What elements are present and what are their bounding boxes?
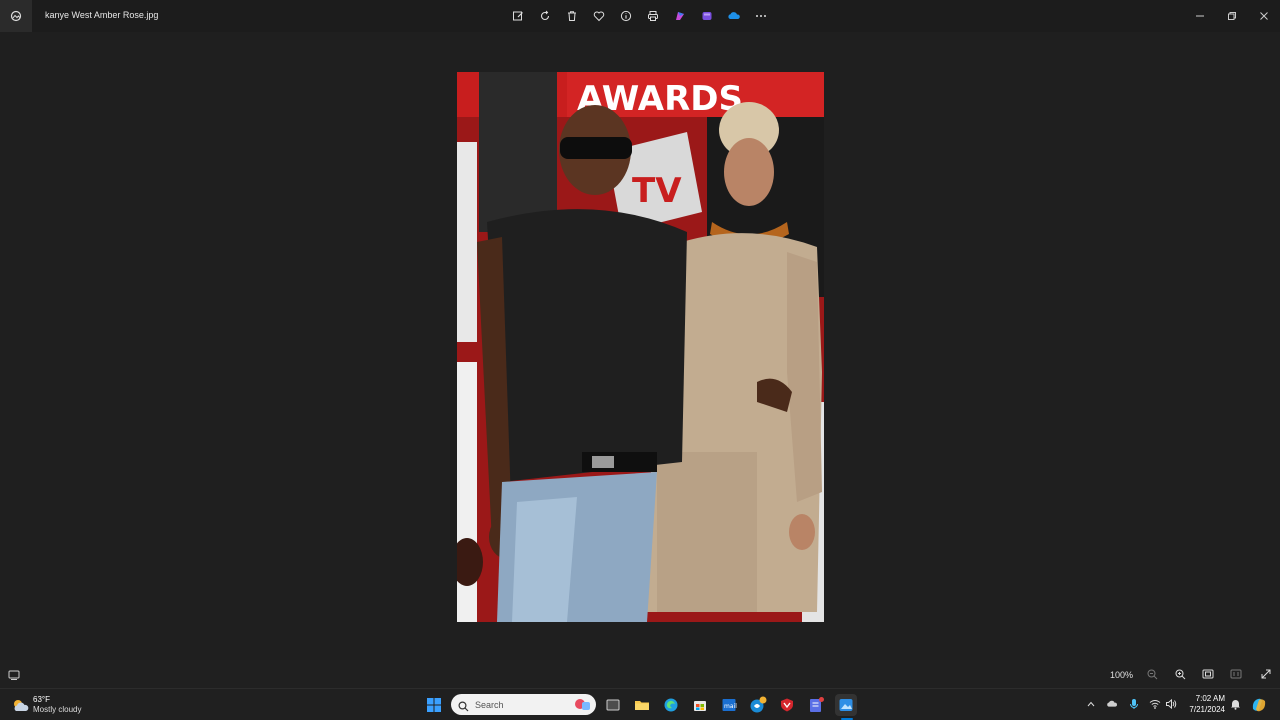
weather-icon[interactable] <box>11 697 31 713</box>
onedrive-tray-icon[interactable] <box>1106 698 1118 710</box>
window-title: kanye West Amber Rose.jpg <box>45 10 159 20</box>
svg-text:TV: TV <box>632 171 682 211</box>
search-placeholder: Search <box>475 699 504 710</box>
filmstrip-icon[interactable] <box>8 668 20 680</box>
volume-icon[interactable] <box>1165 698 1177 710</box>
photo-toolbar <box>508 6 771 26</box>
photos-taskbar-icon[interactable] <box>835 694 857 716</box>
zoom-level[interactable]: 100% <box>1110 670 1133 680</box>
clipchamp-icon[interactable] <box>697 6 717 26</box>
fit-to-window-icon[interactable] <box>1201 667 1215 681</box>
task-view-icon[interactable] <box>602 694 624 716</box>
notification-bell-icon[interactable] <box>1229 698 1241 710</box>
rotate-icon[interactable] <box>535 6 555 26</box>
print-icon[interactable] <box>643 6 663 26</box>
favorite-icon[interactable] <box>589 6 609 26</box>
status-bar: 100% <box>0 660 1280 688</box>
zoom-out-icon[interactable] <box>1145 667 1159 681</box>
search-icon <box>458 699 469 717</box>
restore-icon[interactable] <box>1216 0 1248 32</box>
start-icon[interactable] <box>423 694 445 716</box>
zoom-in-icon[interactable] <box>1173 667 1187 681</box>
copilot-icon[interactable] <box>1248 694 1270 716</box>
fullscreen-icon[interactable] <box>1259 667 1273 681</box>
store-icon[interactable] <box>689 694 711 716</box>
window-controls <box>1184 0 1280 32</box>
actual-size-icon[interactable] <box>1229 667 1243 681</box>
clock-time[interactable]: 7:02 AM <box>1196 694 1225 703</box>
edge-icon[interactable] <box>660 694 682 716</box>
browser-app-icon[interactable] <box>747 694 769 716</box>
displayed-photo[interactable]: AWARDS TV <box>457 72 824 622</box>
mail-app-icon[interactable]: mail <box>718 694 740 716</box>
edit-icon[interactable] <box>508 6 528 26</box>
photos-app-icon[interactable] <box>0 0 32 32</box>
svg-text:mail: mail <box>724 703 737 710</box>
minimize-icon[interactable] <box>1184 0 1216 32</box>
delete-icon[interactable] <box>562 6 582 26</box>
close-icon[interactable] <box>1248 0 1280 32</box>
taskbar-search[interactable]: Search <box>451 694 596 715</box>
onedrive-icon[interactable] <box>724 6 744 26</box>
designer-icon[interactable] <box>670 6 690 26</box>
clock-date[interactable]: 7/21/2024 <box>1189 705 1225 714</box>
weather-condition[interactable]: Mostly cloudy <box>33 705 81 714</box>
weather-temperature[interactable]: 63°F <box>33 695 50 704</box>
taskbar: 63°F Mostly cloudy Search mail 7:02 AM 7… <box>0 688 1280 720</box>
more-icon[interactable] <box>751 6 771 26</box>
search-highlight-icon <box>573 696 591 718</box>
notes-app-icon[interactable] <box>805 694 827 716</box>
info-icon[interactable] <box>616 6 636 26</box>
file-explorer-icon[interactable] <box>631 694 653 716</box>
microphone-icon[interactable] <box>1128 698 1140 710</box>
wifi-icon[interactable] <box>1149 698 1161 710</box>
security-app-icon[interactable] <box>776 694 798 716</box>
title-bar: kanye West Amber Rose.jpg <box>0 0 1280 32</box>
chevron-up-icon[interactable] <box>1085 698 1097 710</box>
